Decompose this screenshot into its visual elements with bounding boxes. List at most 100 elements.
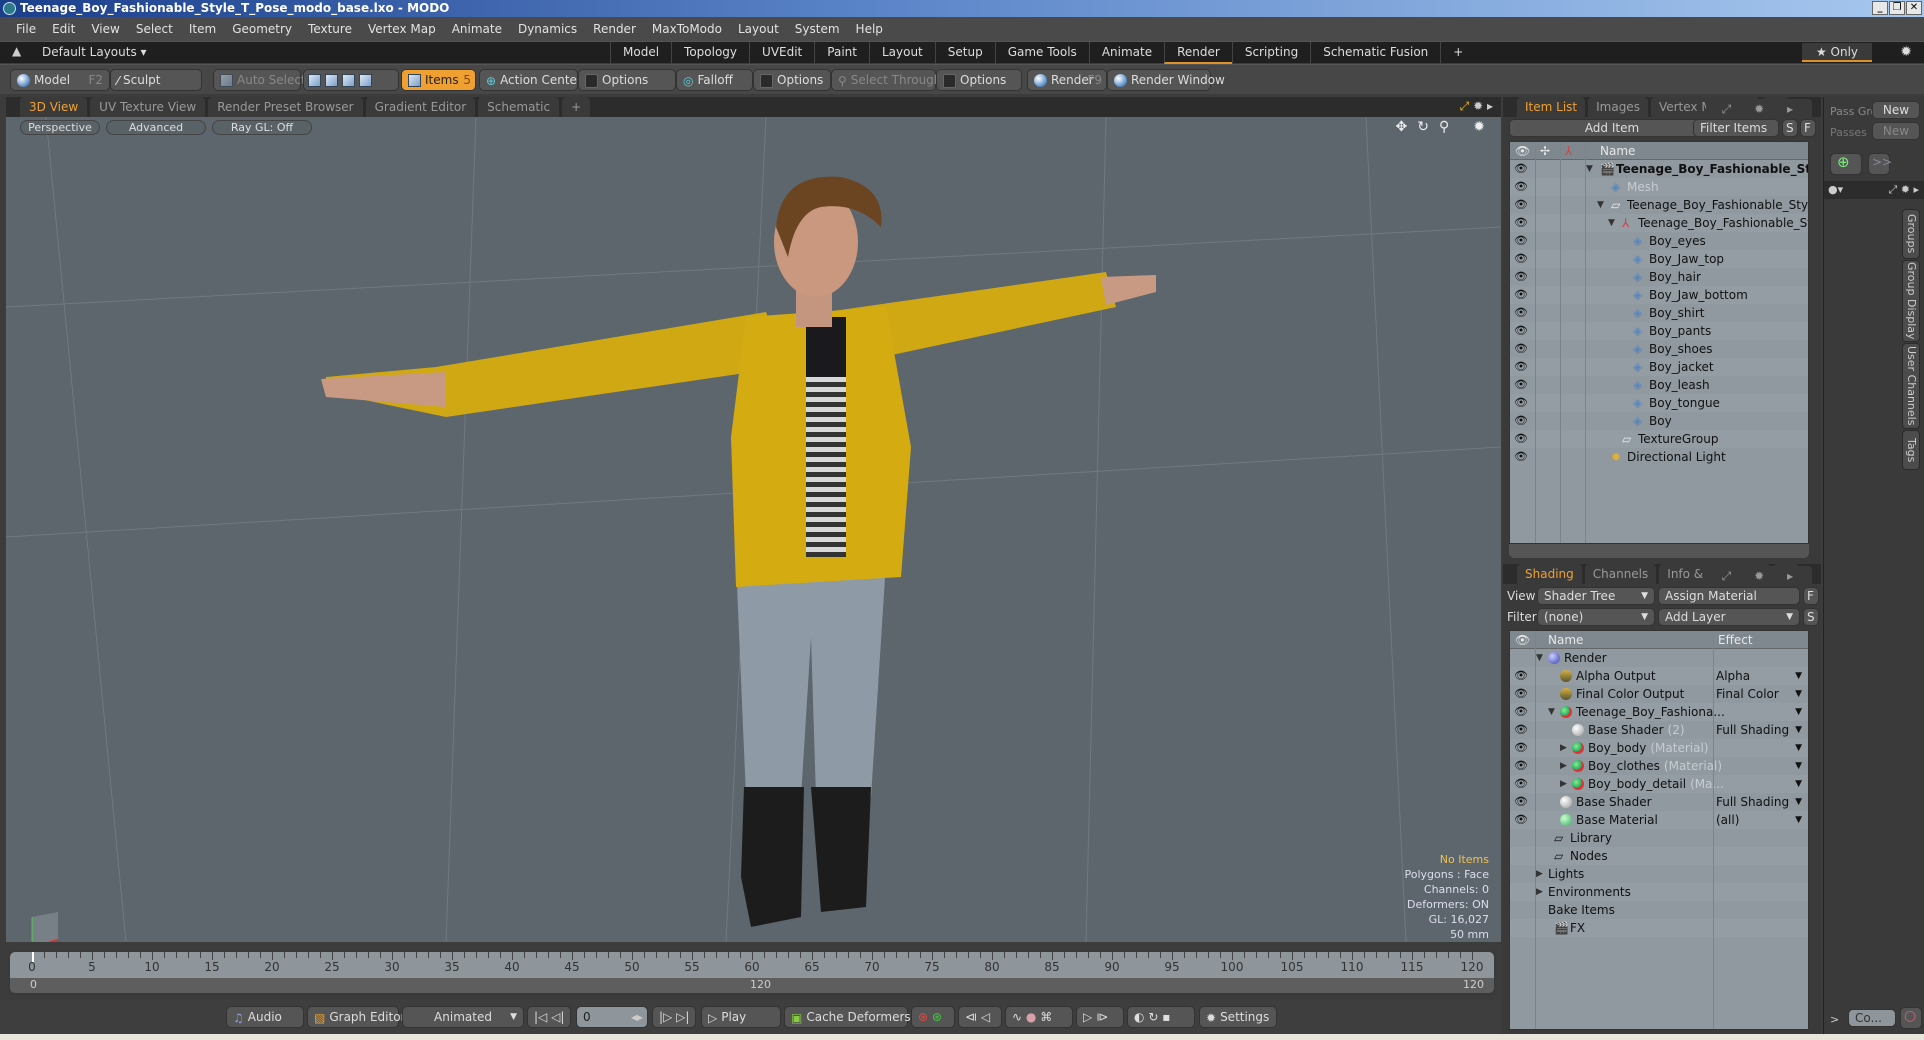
effect-dropdown-icon[interactable]: ▼ xyxy=(1795,811,1802,829)
visibility-eye-icon[interactable]: 👁 xyxy=(1514,376,1528,394)
item-list-row[interactable]: 👁 ◈ Boy_shoes xyxy=(1510,340,1808,358)
layout-tab-animate[interactable]: Animate xyxy=(1088,42,1164,64)
viewport-tab--[interactable]: + xyxy=(562,97,591,117)
shader-tree-row[interactable]: 👁 Alpha Output Alpha ▼ xyxy=(1510,667,1808,685)
tab-shading[interactable]: Shading xyxy=(1517,564,1582,584)
auto-key-down-icon[interactable]: ⊛ xyxy=(932,1010,942,1024)
layout-tab-paint[interactable]: Paint xyxy=(814,42,869,64)
effect-value[interactable]: (all) xyxy=(1716,811,1739,829)
add-layer-dropdown[interactable]: Add Layer ▼ xyxy=(1658,608,1800,626)
visibility-eye-icon[interactable]: 👁 xyxy=(1514,250,1528,268)
next-key2-icon[interactable]: ▷ xyxy=(1083,1010,1092,1024)
pan-icon[interactable]: ✥ xyxy=(1396,119,1408,135)
maximize-icon[interactable]: ⤢ xyxy=(1713,569,1740,583)
item-list-row[interactable]: 👁 ◈ Boy xyxy=(1510,412,1808,430)
gear-icon[interactable]: ✹ xyxy=(1746,102,1773,116)
menu-texture[interactable]: Texture xyxy=(300,22,360,36)
next-key-icon[interactable]: |▷ xyxy=(659,1010,672,1024)
shader-tree-row[interactable]: 👁 ▶ Boy_body_detail (Ma... ▼ xyxy=(1510,775,1808,793)
layout-tab-topology[interactable]: Topology xyxy=(671,42,749,64)
expand-toggle-icon[interactable]: ▼ xyxy=(1597,196,1604,214)
menu-file[interactable]: File xyxy=(8,22,44,36)
viewport-tab-schematic[interactable]: Schematic xyxy=(478,97,560,117)
shading-f-button[interactable]: F xyxy=(1803,587,1819,605)
layout-tab-schematic-fusion[interactable]: Schematic Fusion xyxy=(1310,42,1440,64)
shader-tree-row[interactable]: ▶ Environments xyxy=(1510,883,1808,901)
layout-tab-setup[interactable]: Setup xyxy=(934,42,995,64)
item-list-row[interactable]: 👁 ◈ Boy_pants xyxy=(1510,322,1808,340)
menu-vertex-map[interactable]: Vertex Map xyxy=(360,22,444,36)
effect-dropdown-icon[interactable]: ▼ xyxy=(1795,757,1802,775)
item-list-row[interactable]: 👁 ◈ Boy_Jaw_bottom xyxy=(1510,286,1808,304)
shader-tree-row[interactable]: 👁 ▼ Teenage_Boy_Fashiona... ▼ xyxy=(1510,703,1808,721)
menu-geometry[interactable]: Geometry xyxy=(224,22,300,36)
expand-toggle-icon[interactable]: ▼ xyxy=(1548,703,1555,721)
only-toggle[interactable]: ★ Only xyxy=(1802,43,1872,62)
shader-tree-row[interactable]: Bake Items xyxy=(1510,901,1808,919)
restore-button[interactable]: ❐ xyxy=(1889,1,1905,15)
groups-tab[interactable]: Groups xyxy=(1902,209,1920,259)
shader-tree-row[interactable]: 👁 Final Color Output Final Color ▼ xyxy=(1510,685,1808,703)
layout-tab-game-tools[interactable]: Game Tools xyxy=(994,42,1089,64)
tab-item-list[interactable]: Item List xyxy=(1517,97,1586,117)
gear-icon[interactable]: ✹ xyxy=(1473,99,1483,113)
key-op3-icon[interactable]: ▪ xyxy=(1162,1010,1170,1024)
current-frame-field[interactable]: 0 ◂▸ xyxy=(576,1006,648,1028)
viewport-tab-3d-view[interactable]: 3D View xyxy=(20,97,88,117)
menu-render[interactable]: Render xyxy=(585,22,644,36)
visibility-eye-icon[interactable]: 👁 xyxy=(1514,757,1528,775)
expand-toggle-icon[interactable]: ▶ xyxy=(1560,775,1567,793)
perspective-button[interactable]: Perspective xyxy=(20,120,100,135)
layout-tab-scripting[interactable]: Scripting xyxy=(1231,42,1310,64)
item-list-row[interactable]: 👁 ✹ Directional Light xyxy=(1510,448,1808,466)
default-layouts-dropdown[interactable]: Default Layouts ▾ xyxy=(42,45,147,59)
item-list-row[interactable]: 👁 ◈ Boy_hair xyxy=(1510,268,1808,286)
settings-button[interactable]: ✹ Settings xyxy=(1199,1006,1277,1028)
key-curve-icon[interactable]: ∿ xyxy=(1012,1010,1022,1024)
filter-s-button[interactable]: S xyxy=(1782,119,1798,137)
visibility-eye-icon[interactable]: 👁 xyxy=(1514,340,1528,358)
next-key3-icon[interactable]: ⧐ xyxy=(1096,1010,1108,1024)
more-button[interactable]: >> xyxy=(1868,153,1892,175)
visibility-eye-icon[interactable]: 👁 xyxy=(1514,739,1528,757)
visibility-eye-icon[interactable]: 👁 xyxy=(1514,793,1528,811)
close-button[interactable]: ✕ xyxy=(1906,1,1922,15)
play-button[interactable]: ▷ Play xyxy=(701,1006,781,1028)
tags-tab[interactable]: Tags xyxy=(1902,430,1920,470)
effect-value[interactable]: Alpha xyxy=(1716,667,1750,685)
visibility-eye-icon[interactable]: 👁 xyxy=(1514,358,1528,376)
add-item-button[interactable]: Add Item▼ xyxy=(1509,119,1709,137)
material-mode-icon[interactable] xyxy=(359,74,372,87)
visibility-eye-icon[interactable]: 👁 xyxy=(1514,268,1528,286)
visibility-eye-icon[interactable]: 👁 xyxy=(1514,232,1528,250)
panel-menu-arrow-icon[interactable]: ▸ xyxy=(1778,102,1801,116)
panel-menu-icon[interactable]: ●▾ xyxy=(1828,183,1843,196)
zoom-icon[interactable]: ⚲ xyxy=(1439,119,1449,135)
shader-tree-row[interactable]: ▱ Library xyxy=(1510,829,1808,847)
menu-item[interactable]: Item xyxy=(181,22,224,36)
playhead[interactable] xyxy=(32,952,34,962)
falloff-options-button[interactable]: Options xyxy=(753,69,831,91)
effect-value[interactable]: Final Color xyxy=(1716,685,1779,703)
item-list-row[interactable]: 👁 ◈ Boy_jacket xyxy=(1510,358,1808,376)
visibility-eye-icon[interactable]: 👁 xyxy=(1514,721,1528,739)
visibility-eye-icon[interactable]: 👁 xyxy=(1514,286,1528,304)
effect-value[interactable]: Full Shading xyxy=(1716,793,1789,811)
minimize-button[interactable]: _ xyxy=(1872,1,1888,15)
prev-key-icon[interactable]: ⧏ xyxy=(965,1010,977,1024)
items-mode-button[interactable]: Items 5 xyxy=(401,69,476,91)
select-through-options-button[interactable]: Options xyxy=(936,69,1022,91)
auto-select-button[interactable]: Auto Select xyxy=(213,69,306,91)
effect-value[interactable]: Full Shading xyxy=(1716,721,1789,739)
action-center-options-button[interactable]: Options xyxy=(578,69,676,91)
item-list-row[interactable]: 👁 ◈ Boy_Jaw_top xyxy=(1510,250,1808,268)
visibility-eye-icon[interactable]: 👁 xyxy=(1514,412,1528,430)
visibility-eye-icon[interactable]: 👁 xyxy=(1514,811,1528,829)
shader-tree-row[interactable]: 👁 Base Shader (2) Full Shading ▼ xyxy=(1510,721,1808,739)
prev-key2-icon[interactable]: ◁ xyxy=(981,1010,990,1024)
effect-dropdown-icon[interactable]: ▼ xyxy=(1795,667,1802,685)
item-list-row[interactable]: 👁 ◈ Boy_eyes xyxy=(1510,232,1808,250)
sculpt-button[interactable]: ⁄ Sculpt xyxy=(110,69,202,91)
add-pass-icon[interactable]: ⊕ xyxy=(1830,153,1862,175)
menu-layout[interactable]: Layout xyxy=(730,22,787,36)
